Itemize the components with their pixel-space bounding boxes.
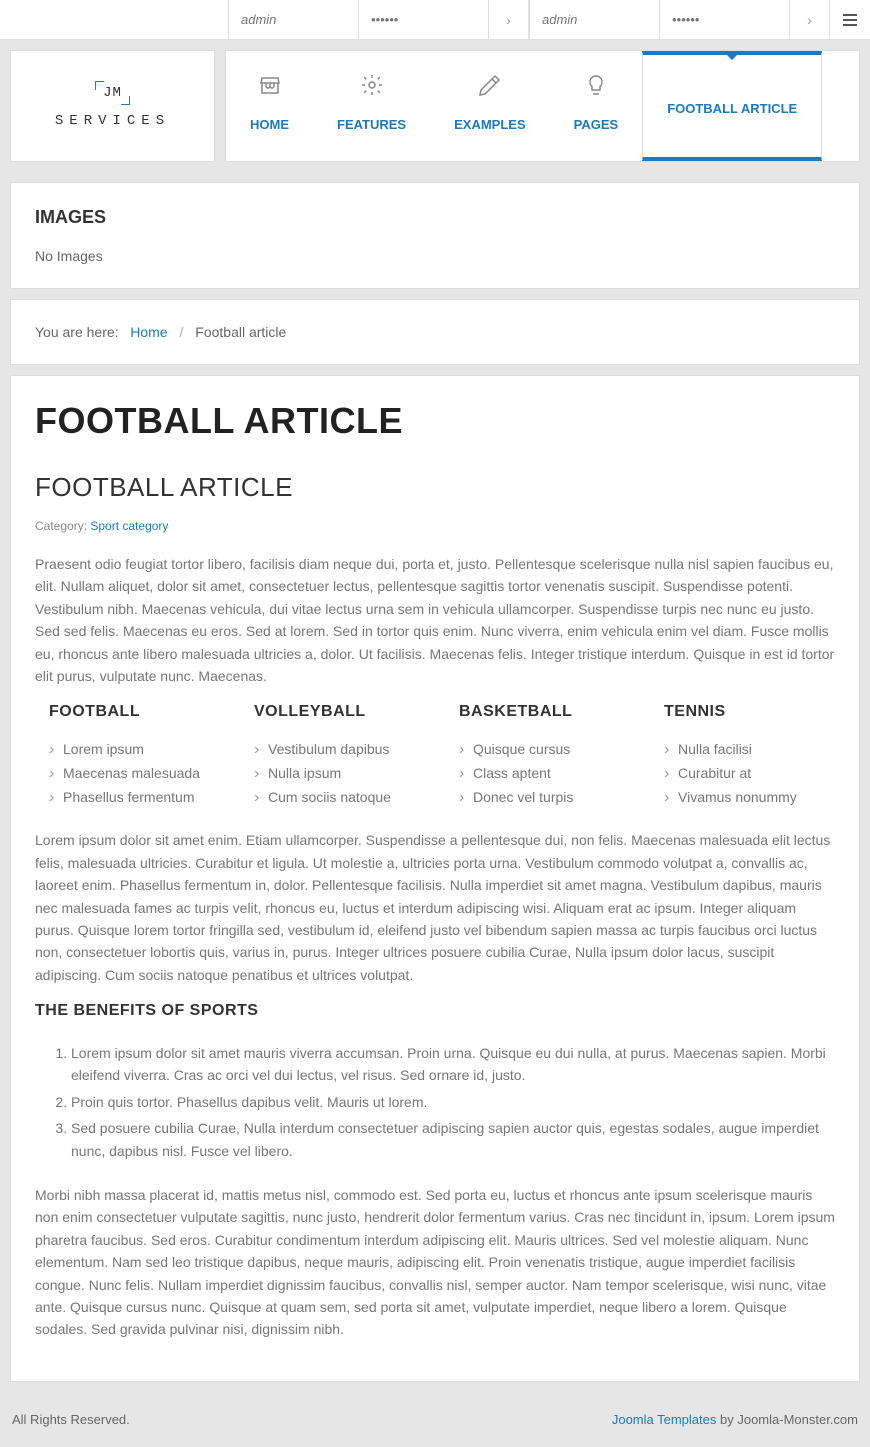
sport-heading: TENNIS [650, 703, 835, 721]
list-item: Phasellus fermentum [35, 785, 220, 809]
nav-features[interactable]: FEATURES [313, 51, 430, 161]
list-item: Donec vel turpis [445, 785, 630, 809]
logo[interactable]: JM SERVICES [10, 50, 215, 162]
nav-pages[interactable]: PAGES [550, 51, 643, 161]
nav-label: FEATURES [337, 117, 406, 132]
sport-heading: VOLLEYBALL [240, 703, 425, 721]
logo-top: JM [97, 83, 128, 103]
main-nav: HOME FEATURES EXAMPLES PAGES FOOTBALL AR… [225, 50, 860, 162]
list-item: Quisque cursus [445, 737, 630, 761]
category-line: Category: Sport category [35, 519, 835, 533]
footer-right: Joomla Templates by Joomla-Monster.com [612, 1412, 858, 1427]
sports-grid: FOOTBALL Lorem ipsum Maecenas malesuada … [35, 703, 835, 809]
footer-suffix: by Joomla-Monster.com [716, 1412, 858, 1427]
list-item: Cum sociis natoque [240, 785, 425, 809]
sport-list: Quisque cursus Class aptent Donec vel tu… [445, 737, 630, 809]
sport-col-tennis: TENNIS Nulla facilisi Curabitur at Vivam… [650, 703, 835, 809]
list-item: Lorem ipsum [35, 737, 220, 761]
list-item: Curabitur at [650, 761, 835, 785]
breadcrumb-panel: You are here: Home / Football article [10, 299, 860, 365]
page-title: FOOTBALL ARTICLE [35, 400, 835, 442]
benefits-heading: THE BENEFITS OF SPORTS [35, 1002, 835, 1020]
login-form-2: › [529, 0, 830, 39]
list-item: Vivamus nonummy [650, 785, 835, 809]
images-empty-text: No Images [35, 248, 835, 264]
nav-label: FOOTBALL ARTICLE [667, 101, 797, 116]
nav-football-article[interactable]: FOOTBALL ARTICLE [642, 51, 822, 161]
login-submit-2[interactable]: › [790, 0, 830, 39]
topbar-spacer [0, 0, 228, 39]
password-input-1[interactable] [359, 0, 489, 39]
sport-heading: BASKETBALL [445, 703, 630, 721]
topbar: › › [0, 0, 870, 40]
article-panel: FOOTBALL ARTICLE FOOTBALL ARTICLE Catego… [10, 375, 860, 1382]
nav-label: HOME [250, 117, 289, 132]
hamburger-icon [841, 11, 859, 29]
category-label: Category: [35, 519, 87, 533]
nav-label: EXAMPLES [454, 117, 526, 132]
images-panel: IMAGES No Images [10, 182, 860, 289]
footer-link[interactable]: Joomla Templates [612, 1412, 717, 1427]
nav-label: PAGES [574, 117, 619, 132]
list-item: Sed posuere cubilia Curae, Nulla interdu… [71, 1115, 835, 1164]
breadcrumb-current: Football article [195, 324, 286, 340]
bulb-icon [574, 71, 619, 99]
list-item: Vestibulum dapibus [240, 737, 425, 761]
list-item: Proin quis tortor. Phasellus dapibus vel… [71, 1089, 835, 1115]
password-input-2[interactable] [660, 0, 790, 39]
menu-toggle[interactable] [830, 0, 870, 39]
intro-paragraph: Praesent odio feugiat tortor libero, fac… [35, 553, 835, 687]
username-input-2[interactable] [530, 0, 660, 39]
sport-heading: FOOTBALL [35, 703, 220, 721]
category-link[interactable]: Sport category [90, 519, 168, 533]
breadcrumb-separator: / [179, 324, 183, 340]
header-row: JM SERVICES HOME FEATURES EXAMPLES PAGES… [0, 40, 870, 172]
footer: All Rights Reserved. Joomla Templates by… [0, 1392, 870, 1447]
sport-col-volleyball: VOLLEYBALL Vestibulum dapibus Nulla ipsu… [240, 703, 425, 809]
benefits-list: Lorem ipsum dolor sit amet mauris viverr… [35, 1040, 835, 1164]
list-item: Class aptent [445, 761, 630, 785]
login-submit-1[interactable]: › [489, 0, 529, 39]
list-item: Maecenas malesuada [35, 761, 220, 785]
sport-list: Vestibulum dapibus Nulla ipsum Cum socii… [240, 737, 425, 809]
logo-bottom: SERVICES [55, 113, 170, 129]
sport-col-football: FOOTBALL Lorem ipsum Maecenas malesuada … [35, 703, 220, 809]
breadcrumb: You are here: Home / Football article [35, 324, 835, 340]
gear-icon [337, 71, 406, 99]
sport-col-basketball: BASKETBALL Quisque cursus Class aptent D… [445, 703, 630, 809]
store-icon [250, 71, 289, 99]
footer-copyright: All Rights Reserved. [12, 1412, 130, 1427]
nav-home[interactable]: HOME [226, 51, 313, 161]
nav-examples[interactable]: EXAMPLES [430, 51, 550, 161]
pencil-icon [454, 71, 526, 99]
sport-list: Lorem ipsum Maecenas malesuada Phasellus… [35, 737, 220, 809]
outro-paragraph: Morbi nibh massa placerat id, mattis met… [35, 1184, 835, 1341]
list-item: Lorem ipsum dolor sit amet mauris viverr… [71, 1040, 835, 1089]
login-form-1: › [228, 0, 529, 39]
breadcrumb-home-link[interactable]: Home [130, 324, 167, 340]
sport-list: Nulla facilisi Curabitur at Vivamus nonu… [650, 737, 835, 809]
list-item: Nulla ipsum [240, 761, 425, 785]
mid-paragraph: Lorem ipsum dolor sit amet enim. Etiam u… [35, 829, 835, 986]
article-title: FOOTBALL ARTICLE [35, 472, 835, 503]
breadcrumb-prefix: You are here: [35, 324, 119, 340]
list-item: Nulla facilisi [650, 737, 835, 761]
images-title: IMAGES [35, 207, 835, 228]
username-input-1[interactable] [229, 0, 359, 39]
